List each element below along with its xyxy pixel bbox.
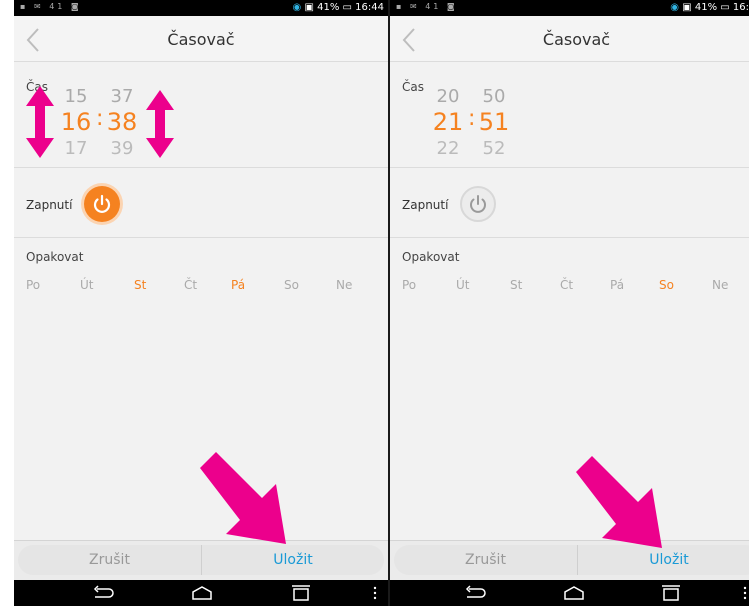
timer-screen-right: ▪ ✉ 41 ◙ ◉ ▣ 41% ▭ 16: Časovač Čas 20 21… [390,0,749,606]
day-po[interactable]: Po [402,278,442,292]
hour-next[interactable]: 22 [426,138,470,159]
pointer-arrow-icon-save [200,452,286,544]
wifi-icon: ◉ [670,2,680,13]
cancel-button[interactable]: Zrušit [394,545,578,575]
day-ne[interactable]: Ne [336,278,376,292]
day-ut[interactable]: Út [80,278,120,292]
day-pa[interactable]: Pá [231,278,271,292]
battery-icon: ▭ [720,2,730,13]
repeat-label: Opakovat [402,250,460,264]
sim-icon: ▣ [682,2,692,13]
notification-icons: ▪ ✉ 41 ◙ [20,2,82,11]
power-icon [93,194,111,213]
hour-prev[interactable]: 20 [426,86,470,107]
nav-back-icon[interactable] [464,584,486,602]
power-label: Zapnutí [26,198,73,212]
page-title: Časovač [167,30,235,49]
clock: 16:44 [355,2,384,13]
power-toggle-button[interactable] [460,186,496,222]
day-ct[interactable]: Čt [560,278,600,292]
time-section: Čas 15 16 17 : 37 38 39 [14,62,388,168]
power-icon [470,195,486,213]
status-right: ◉ ▣ 41% ▭ 16: [670,2,749,13]
day-ne[interactable]: Ne [712,278,749,292]
hour-selected[interactable]: 16 [54,108,98,136]
up-down-arrow-icon-hours [26,86,54,158]
minute-selected[interactable]: 51 [472,108,516,136]
hour-picker[interactable]: 20 21 22 [426,82,470,162]
bottom-action-bar: Zrušit Uložit [390,540,749,580]
nav-home-icon[interactable] [562,584,586,602]
bottom-action-bar: Zrušit Uložit [14,540,388,580]
minute-prev[interactable]: 37 [100,86,144,107]
power-section: Zapnutí [14,168,388,238]
power-label: Zapnutí [402,198,449,212]
up-down-arrow-icon-minutes [146,90,174,158]
hour-picker[interactable]: 15 16 17 [54,82,98,162]
repeat-label: Opakovat [26,250,84,264]
day-st[interactable]: St [510,278,550,292]
battery-percent: 41% [694,2,718,13]
nav-recents-icon[interactable] [290,584,312,602]
clock: 16: [732,2,749,13]
minute-selected[interactable]: 38 [100,108,144,136]
battery-icon: ▭ [342,2,352,13]
repeat-days: Po Út St Čt Pá So Ne [26,278,376,298]
save-button[interactable]: Uložit [578,545,749,575]
status-bar: ▪ ✉ 41 ◙ ◉ ▣ 41% ▭ 16:44 [14,0,388,16]
page-title: Časovač [542,30,611,49]
minute-next[interactable]: 52 [472,138,516,159]
day-ct[interactable]: Čt [184,278,224,292]
cancel-button[interactable]: Zrušit [18,545,202,575]
nav-menu-icon[interactable] [372,584,378,602]
wifi-icon: ◉ [292,2,302,13]
time-label: Čas [402,80,424,94]
hour-selected[interactable]: 21 [426,108,470,136]
battery-percent: 41% [317,2,340,13]
hour-prev[interactable]: 15 [54,86,98,107]
minute-picker[interactable]: 37 38 39 [100,82,144,162]
notification-icons: ▪ ✉ 41 ◙ [396,2,458,11]
day-pa[interactable]: Pá [610,278,650,292]
day-ut[interactable]: Út [456,278,496,292]
day-po[interactable]: Po [26,278,66,292]
system-nav-bar [390,580,749,606]
nav-home-icon[interactable] [190,584,214,602]
timer-screen-left: ▪ ✉ 41 ◙ ◉ ▣ 41% ▭ 16:44 Časovač Čas 15 … [14,0,388,606]
minute-prev[interactable]: 50 [472,86,516,107]
pointer-arrow-icon-save [576,456,662,548]
system-nav-bar [14,580,388,606]
save-button[interactable]: Uložit [202,545,384,575]
app-bar: Časovač [14,16,388,62]
sim-icon: ▣ [304,2,314,13]
minute-picker[interactable]: 50 51 52 [472,82,516,162]
nav-recents-icon[interactable] [660,584,682,602]
day-so[interactable]: So [284,278,324,292]
status-bar: ▪ ✉ 41 ◙ ◉ ▣ 41% ▭ 16: [390,0,749,16]
repeat-days: Po Út St Čt Pá So Ne [402,278,737,298]
power-toggle-button[interactable] [84,186,120,222]
power-section: Zapnutí [390,168,749,238]
hour-next[interactable]: 17 [54,138,98,159]
day-so[interactable]: So [659,278,699,292]
nav-back-icon[interactable] [92,584,114,602]
day-st[interactable]: St [134,278,174,292]
app-bar: Časovač [390,16,749,62]
nav-menu-icon[interactable] [742,584,748,602]
minute-next[interactable]: 39 [100,138,144,159]
status-right: ◉ ▣ 41% ▭ 16:44 [293,2,384,13]
time-section: Čas 20 21 22 : 50 51 52 [390,62,749,168]
